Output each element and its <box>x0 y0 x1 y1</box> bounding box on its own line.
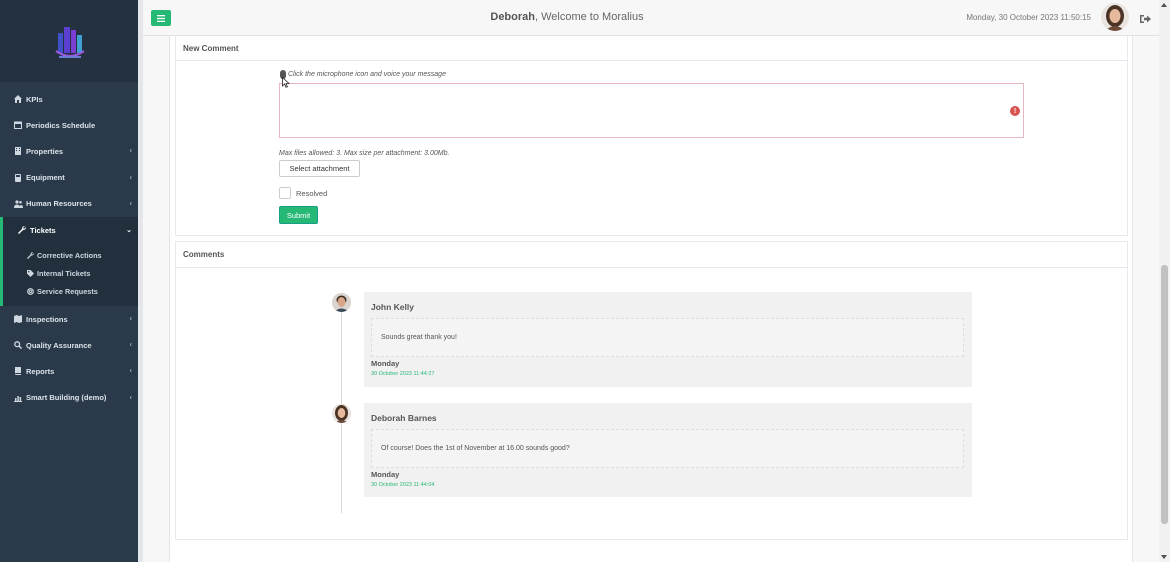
mic-hint: Click the microphone icon and voice your… <box>280 70 446 79</box>
sidebar-subitem-label: Corrective Actions <box>37 250 102 260</box>
mouse-cursor-icon <box>282 77 290 88</box>
sidebar-item-label: Quality Assurance <box>26 340 92 350</box>
scroll-thumb[interactable] <box>1161 265 1168 524</box>
chevron-left-icon: ‹ <box>129 394 132 402</box>
chevron-left-icon: ‹ <box>129 200 132 208</box>
sidebar-subitem-label: Internal Tickets <box>37 269 91 279</box>
wrench-icon <box>25 251 35 259</box>
submit-button[interactable]: Submit <box>279 206 318 224</box>
search-icon <box>13 341 23 350</box>
comment-author: Deborah Barnes <box>371 413 437 423</box>
calendar-icon <box>13 121 23 130</box>
tag-icon <box>25 270 35 278</box>
users-icon <box>13 200 23 208</box>
scroll-down-icon[interactable] <box>1161 555 1167 559</box>
map-icon <box>13 315 23 324</box>
top-navbar: Deborah, Welcome to Moralius Monday, 30 … <box>143 0 1159 36</box>
message-textarea[interactable]: ! <box>279 83 1024 138</box>
moralius-logo <box>55 27 85 58</box>
page-scrollbar[interactable] <box>1159 0 1170 562</box>
sidebar-item-quality-assurance[interactable]: Quality Assurance ‹ <box>0 332 140 358</box>
error-icon: ! <box>1010 106 1020 116</box>
comment-date: 30 October 2023 11:44:27 <box>371 371 435 377</box>
chart-icon <box>13 394 23 402</box>
comment-day: Monday <box>371 359 400 368</box>
sidebar-item-equipment[interactable]: Equipment ‹ <box>0 165 140 191</box>
sidebar-item-periodics-schedule[interactable]: Periodics Schedule <box>0 112 140 138</box>
sidebar-subitem-label: Service Requests <box>37 287 98 297</box>
main-content: New Comment Click the microphone icon an… <box>143 36 1159 562</box>
comment-message: Sounds great thank you! <box>371 318 964 357</box>
sidebar-item-label: Properties <box>26 146 64 156</box>
equipment-icon <box>13 173 23 182</box>
sidebar-item-label: Periodics Schedule <box>26 120 96 130</box>
sidebar: KPIs Periodics Schedule Properties ‹ Equ… <box>0 0 140 562</box>
comment-day: Monday <box>371 470 400 479</box>
user-avatar[interactable] <box>1101 3 1129 31</box>
scroll-up-icon[interactable] <box>1161 3 1167 7</box>
comment-avatar <box>332 404 351 423</box>
sidebar-item-label: Human Resources <box>26 199 92 209</box>
user-name: Deborah <box>490 11 535 23</box>
building-icon <box>13 147 23 156</box>
page-container: New Comment Click the microphone icon an… <box>169 36 1133 562</box>
select-attachment-button[interactable]: Select attachment <box>279 160 360 177</box>
chevron-left-icon: ‹ <box>129 315 132 323</box>
comment-card: Deborah Barnes Of course! Does the 1st o… <box>364 403 972 497</box>
sidebar-item-label: Reports <box>26 366 55 376</box>
chevron-down-icon: ⌄ <box>126 227 132 235</box>
sidebar-item-properties[interactable]: Properties ‹ <box>0 138 140 164</box>
comment-date: 30 October 2023 11:44:04 <box>371 482 435 488</box>
sidebar-item-smart-building[interactable]: Smart Building (demo) ‹ <box>0 385 140 411</box>
sidebar-item-label: KPIs <box>26 94 43 104</box>
chevron-left-icon: ‹ <box>129 147 132 155</box>
sidebar-item-label: Smart Building (demo) <box>26 393 107 403</box>
max-files-note: Max files allowed: 3. Max size per attac… <box>279 150 450 157</box>
comments-title: Comments <box>176 242 1127 268</box>
comments-panel: Comments John Kelly Sounds great thank y… <box>175 241 1128 540</box>
resolved-checkbox[interactable] <box>279 187 291 199</box>
sidebar-item-label: Tickets <box>30 225 56 235</box>
sidebar-item-tickets[interactable]: Tickets ⌄ <box>0 216 140 244</box>
comment-message: Of course! Does the 1st of November at 1… <box>371 429 964 468</box>
resolved-field: Resolved <box>279 187 327 199</box>
sidebar-item-label: Equipment <box>26 173 65 183</box>
home-icon <box>13 95 23 104</box>
wrench-icon <box>17 226 27 235</box>
new-comment-panel: New Comment Click the microphone icon an… <box>175 36 1128 236</box>
welcome-message: Deborah, Welcome to Moralius <box>143 11 991 23</box>
logout-button[interactable] <box>1140 11 1151 29</box>
comment-author: John Kelly <box>371 302 414 312</box>
lifebuoy-icon <box>25 288 35 296</box>
sidebar-subitem-service-requests[interactable]: Service Requests <box>3 283 140 301</box>
chevron-left-icon: ‹ <box>129 341 132 349</box>
chevron-left-icon: ‹ <box>129 174 132 182</box>
sidebar-subitem-corrective-actions[interactable]: Corrective Actions <box>3 246 140 264</box>
sidebar-item-inspections[interactable]: Inspections ‹ <box>0 306 140 332</box>
sidebar-item-reports[interactable]: Reports ‹ <box>0 358 140 384</box>
logout-icon <box>1140 15 1151 23</box>
comment-avatar <box>332 293 351 312</box>
new-comment-title: New Comment <box>176 36 1127 61</box>
sidebar-subitem-internal-tickets[interactable]: Internal Tickets <box>3 264 140 282</box>
chevron-left-icon: ‹ <box>129 367 132 375</box>
resolved-label: Resolved <box>296 188 328 198</box>
current-datetime: Monday, 30 October 2023 11:50:15 <box>966 13 1091 22</box>
sidebar-item-kpis[interactable]: KPIs <box>0 86 140 112</box>
logo-area[interactable] <box>0 0 140 82</box>
mic-hint-text: Click the microphone icon and voice your… <box>288 71 446 78</box>
tickets-submenu: Corrective Actions Internal Tickets Serv… <box>0 243 140 307</box>
sidebar-item-human-resources[interactable]: Human Resources ‹ <box>0 191 140 217</box>
comment-card: John Kelly Sounds great thank you! Monda… <box>364 292 972 387</box>
book-icon <box>13 367 23 376</box>
welcome-text: , Welcome to Moralius <box>535 11 644 23</box>
sidebar-nav: KPIs Periodics Schedule Properties ‹ Equ… <box>0 82 140 411</box>
sidebar-item-label: Inspections <box>26 314 68 324</box>
